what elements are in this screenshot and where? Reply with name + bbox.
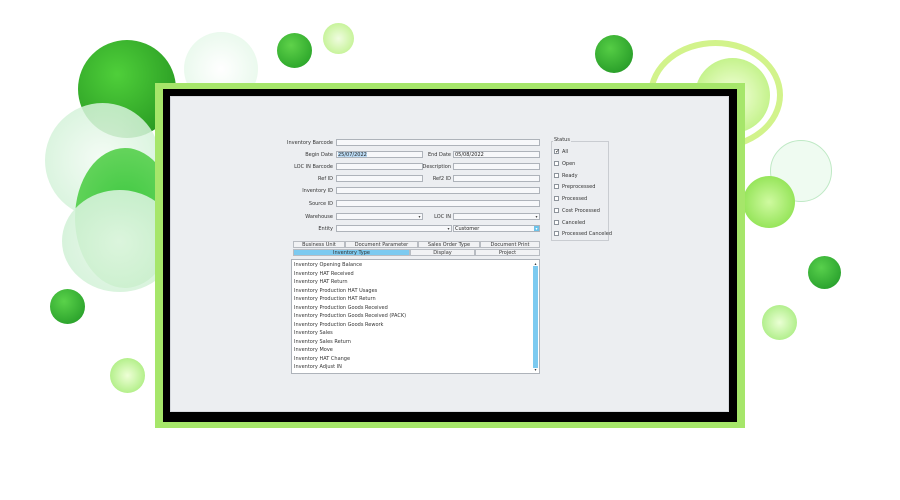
status-checkbox-cost-processed[interactable] xyxy=(554,208,559,213)
ref2-id-label: Ref2 ID xyxy=(432,176,451,182)
chevron-down-icon[interactable]: ▾ xyxy=(534,214,539,219)
list-item[interactable]: Inventory Production Goods Rework xyxy=(294,322,383,328)
inventory-barcode-label: Inventory Barcode xyxy=(287,140,333,146)
decorative-circle xyxy=(50,289,85,324)
inventory-type-list[interactable]: Inventory Opening Balance Inventory HAT … xyxy=(291,259,540,374)
loc-in-barcode-label: LOC IN Barcode xyxy=(294,164,333,170)
entity-label: Entity xyxy=(318,226,333,232)
source-id-label: Source ID xyxy=(308,201,333,207)
loc-in-select[interactable]: ▾ xyxy=(453,213,540,220)
decorative-circle xyxy=(808,256,841,289)
tab-sales-order-type[interactable]: Sales Order Type xyxy=(418,241,480,248)
decorative-circle xyxy=(595,35,633,73)
decorative-circle xyxy=(277,33,312,68)
ref-id-label: Ref ID xyxy=(318,176,333,182)
status-title: Status xyxy=(553,137,571,143)
app-screen: Inventory Barcode Begin Date 25/07/2022 … xyxy=(170,96,729,412)
chevron-down-icon[interactable]: ▾ xyxy=(534,226,539,231)
list-scrollbar[interactable]: ▴ ▾ xyxy=(533,261,538,372)
list-item[interactable]: Inventory HAT Change xyxy=(294,356,350,362)
end-date-label: End Date xyxy=(427,152,451,158)
list-item[interactable]: Inventory Production HAT Return xyxy=(294,296,376,302)
scroll-down-icon[interactable]: ▾ xyxy=(533,367,538,372)
ref-id-field[interactable] xyxy=(336,175,423,182)
ref2-id-field[interactable] xyxy=(453,175,540,182)
list-item[interactable]: Inventory HAT Received xyxy=(294,271,354,277)
status-checkbox-canceled[interactable] xyxy=(554,220,559,225)
list-item[interactable]: Inventory Sales Return xyxy=(294,339,351,345)
tab-document-print[interactable]: Document Print xyxy=(480,241,540,248)
status-checkbox-processed[interactable] xyxy=(554,196,559,201)
status-checkbox-all[interactable] xyxy=(554,148,560,155)
list-item[interactable]: Inventory Production HAT Usages xyxy=(294,288,377,294)
list-item[interactable]: Inventory HAT Return xyxy=(294,279,348,285)
list-item[interactable]: Inventory Production Goods Received (PAC… xyxy=(294,313,406,319)
loc-in-barcode-field[interactable] xyxy=(336,163,423,170)
status-checkbox-open[interactable] xyxy=(554,161,559,166)
end-date-field[interactable]: 05/08/2022 xyxy=(453,151,540,158)
decorative-circle xyxy=(762,305,797,340)
tab-display[interactable]: Display xyxy=(410,249,475,256)
list-item[interactable]: Inventory Production Goods Received xyxy=(294,305,388,311)
list-item[interactable]: Inventory Opening Balance xyxy=(294,262,362,268)
inventory-id-label: Inventory ID xyxy=(302,188,333,194)
tab-inventory-type[interactable]: Inventory Type xyxy=(293,249,410,256)
entity-select[interactable]: ▾ xyxy=(336,225,452,232)
status-checkbox-preprocessed[interactable] xyxy=(554,184,559,189)
decorative-circle xyxy=(110,358,145,393)
inventory-barcode-field[interactable] xyxy=(336,139,540,146)
description-field[interactable] xyxy=(453,163,540,170)
loc-in-label: LOC IN xyxy=(434,214,451,220)
status-label-all: All xyxy=(562,149,569,155)
list-item[interactable]: Inventory Sales xyxy=(294,330,333,336)
tab-project[interactable]: Project xyxy=(475,249,540,256)
tab-business-unit[interactable]: Business Unit xyxy=(293,241,345,248)
begin-date-label: Begin Date xyxy=(305,152,333,158)
list-item[interactable]: Inventory Move xyxy=(294,347,333,353)
decorative-circle xyxy=(323,23,354,54)
chevron-down-icon[interactable]: ▾ xyxy=(446,226,451,231)
status-label-processed: Processed xyxy=(562,196,588,202)
entity-type-select[interactable]: Customer ▾ xyxy=(453,225,540,232)
warehouse-select[interactable]: ▾ xyxy=(336,213,423,220)
tab-document-parameter[interactable]: Document Parameter xyxy=(345,241,418,248)
list-item[interactable]: Inventory Adjust IN xyxy=(294,364,342,370)
scrollbar-thumb[interactable] xyxy=(533,266,538,368)
inventory-id-field[interactable] xyxy=(336,187,540,194)
status-checkbox-processed-canceled[interactable] xyxy=(554,231,559,236)
status-label-ready: Ready xyxy=(562,173,578,179)
warehouse-label: Warehouse xyxy=(305,214,333,220)
status-label-canceled: Canceled xyxy=(562,220,586,226)
begin-date-field[interactable]: 25/07/2022 xyxy=(336,151,423,158)
status-label-processed-canceled: Processed Canceled xyxy=(562,231,612,237)
decorative-circle xyxy=(743,176,795,228)
description-label: Description xyxy=(422,164,451,170)
status-label-open: Open xyxy=(562,161,576,167)
status-label-cost-processed: Cost Processed xyxy=(562,208,600,214)
status-label-preprocessed: Preprocessed xyxy=(562,184,596,190)
status-checkbox-ready[interactable] xyxy=(554,173,559,178)
source-id-field[interactable] xyxy=(336,200,540,207)
